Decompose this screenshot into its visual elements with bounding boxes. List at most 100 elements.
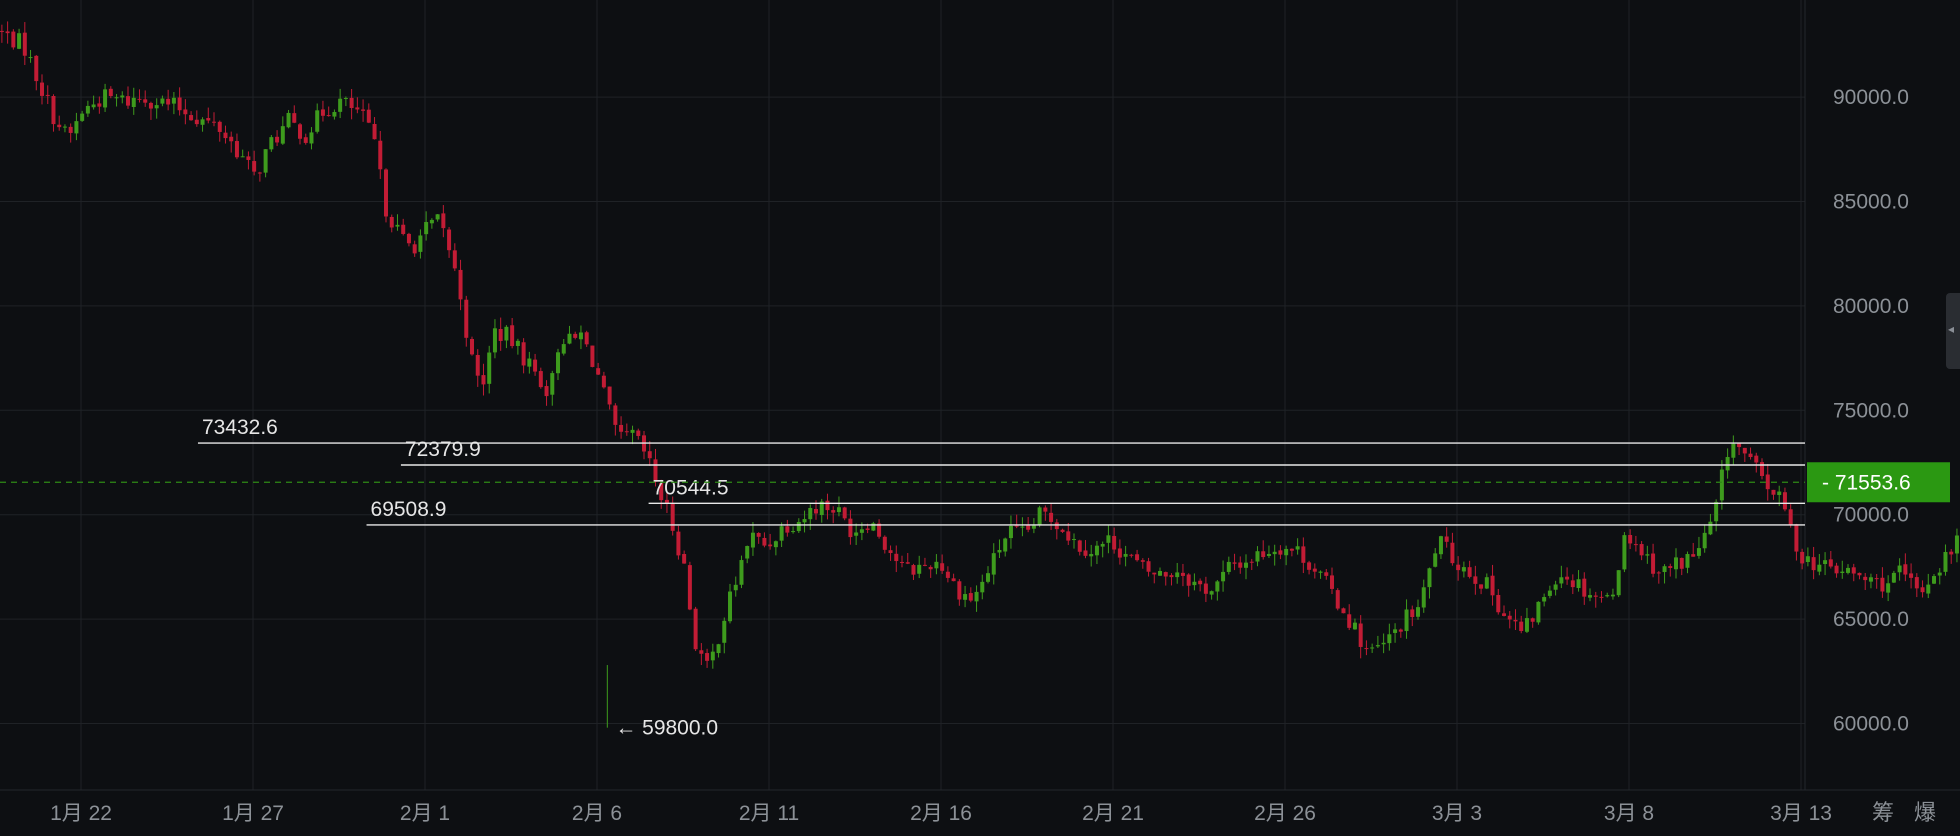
candle-body	[647, 451, 652, 459]
low-marker-label: ← 59800.0	[615, 717, 718, 740]
candle-body	[917, 564, 922, 574]
candle-body	[1008, 525, 1013, 539]
price-chart[interactable]: 73432.6 72379.9 70544.5 69508.9 - 71553.6 ←…	[0, 0, 1960, 836]
y-tick-label: 70000.0	[1833, 504, 1909, 527]
candle-body	[332, 112, 337, 117]
candle-body	[1301, 546, 1306, 563]
candle-body	[1456, 564, 1461, 571]
candle-body	[286, 112, 291, 128]
candle-body	[963, 594, 968, 600]
candle-body	[1479, 584, 1484, 589]
candle-body	[1633, 544, 1638, 546]
candle-body	[957, 581, 962, 600]
level-label: 73432.6	[202, 416, 278, 439]
candle-body	[160, 98, 165, 104]
candle-body	[1249, 561, 1254, 563]
candle-body	[1112, 535, 1117, 550]
candle-body	[808, 507, 813, 520]
candle-body	[137, 98, 142, 100]
candle-body	[1777, 491, 1782, 496]
candle-body	[1628, 535, 1633, 544]
x-tick-label: 3月 8	[1604, 802, 1654, 825]
candle-body	[320, 109, 325, 116]
candle-body	[171, 97, 176, 104]
candle-body	[1851, 567, 1856, 574]
candle-body	[1828, 559, 1833, 567]
candle-body	[1398, 629, 1403, 632]
candle-body	[1198, 580, 1203, 585]
candle-body	[1553, 584, 1558, 590]
candle-body	[1582, 578, 1587, 597]
candle-body	[905, 562, 910, 564]
candle-body	[1467, 567, 1472, 577]
collapse-panel-handle[interactable]: ◂	[1946, 293, 1960, 369]
candle-body	[223, 132, 228, 139]
candle-body	[630, 429, 635, 433]
candle-body	[705, 653, 710, 661]
candle-body	[1450, 542, 1455, 564]
candle-body	[693, 608, 698, 650]
candle-body	[1215, 581, 1220, 592]
candle-body	[0, 30, 4, 32]
liquidation-toggle[interactable]: 爆	[1914, 800, 1936, 825]
candle-body	[309, 132, 314, 144]
candle-body	[1358, 623, 1363, 647]
candle-body	[722, 620, 727, 643]
level-label: 72379.9	[405, 438, 481, 461]
candle-body	[1106, 535, 1111, 543]
candle-body	[11, 31, 16, 48]
candle-body	[1771, 489, 1776, 495]
candle-body	[1232, 562, 1237, 564]
candle-body	[1588, 595, 1593, 598]
x-tick-label: 1月 27	[222, 802, 284, 825]
candle-body	[1158, 570, 1163, 576]
candle-body	[1324, 572, 1329, 576]
candle-body	[561, 344, 566, 354]
candle-body	[882, 536, 887, 550]
x-tick-label: 2月 26	[1254, 802, 1316, 825]
candle-body	[1530, 618, 1535, 622]
candle-body	[475, 354, 480, 376]
candle-body	[355, 107, 360, 110]
candle-body	[510, 325, 515, 347]
candle-body	[1037, 507, 1042, 526]
candle-body	[1341, 608, 1346, 614]
candle-body	[206, 118, 211, 121]
candle-body	[1897, 565, 1902, 573]
candle-body	[1255, 551, 1260, 562]
chart-background	[0, 0, 1960, 836]
candle-body	[1868, 577, 1873, 582]
candle-body	[1163, 572, 1168, 577]
candle-body	[22, 32, 27, 56]
candle-body	[550, 373, 555, 395]
candle-body	[848, 518, 853, 538]
candle-body	[418, 235, 423, 252]
candle-body	[1679, 557, 1684, 569]
x-tick-label: 2月 21	[1082, 802, 1144, 825]
candle-body	[1014, 525, 1019, 527]
candle-body	[68, 126, 73, 133]
candle-body	[1221, 571, 1226, 582]
candle-body	[1330, 575, 1335, 589]
candle-body	[1823, 560, 1828, 565]
candle-body	[1610, 594, 1615, 597]
y-tick-label: 65000.0	[1833, 608, 1909, 631]
candle-body	[1192, 581, 1197, 586]
candle-body	[1335, 590, 1340, 609]
candle-body	[1031, 525, 1036, 529]
candle-body	[1920, 587, 1925, 593]
candle-body	[1444, 536, 1449, 542]
candle-body	[1261, 551, 1266, 558]
candle-body	[1266, 553, 1271, 556]
candle-body	[326, 115, 331, 117]
candle-body	[802, 519, 807, 523]
candle-body	[1719, 469, 1724, 501]
candle-body	[1742, 447, 1747, 454]
candle-body	[1519, 621, 1524, 632]
candle-body	[1651, 553, 1656, 574]
candle-body	[269, 137, 274, 150]
candle-body	[441, 213, 446, 229]
chip-toggle[interactable]: 筹	[1872, 800, 1894, 825]
candle-body	[940, 563, 945, 571]
candle-body	[97, 103, 102, 107]
